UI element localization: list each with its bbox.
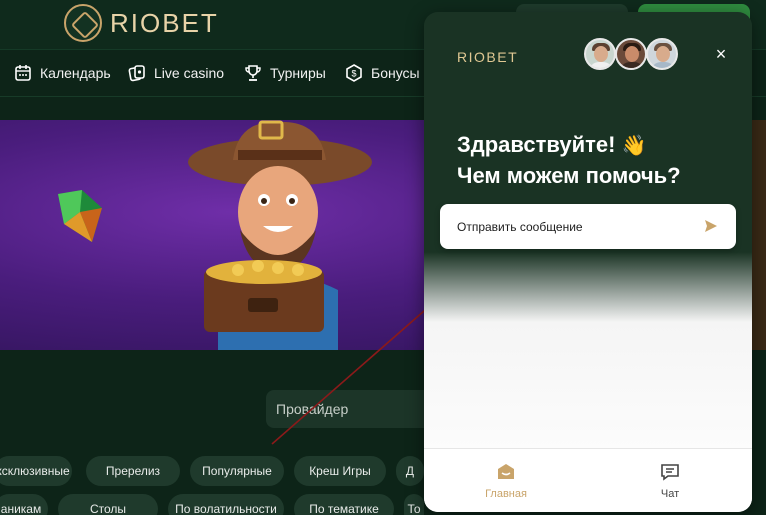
filter-chip-tables[interactable]: Столы (58, 494, 158, 515)
send-arrow-icon (705, 220, 717, 232)
avatar (646, 38, 678, 70)
live-casino-icon (128, 64, 146, 82)
tab-home[interactable]: Главная (456, 463, 556, 500)
calendar-icon (14, 64, 32, 82)
support-team-avatars (584, 38, 678, 70)
send-message-button[interactable]: Отправить сообщение (440, 204, 736, 249)
greeting-line-2: Чем можем помочь? (457, 163, 681, 188)
avatar (584, 38, 616, 70)
filter-chip-prerelease[interactable]: Пререлиз (86, 456, 180, 486)
cowboy-character-image (188, 120, 372, 350)
filter-chip-volatility[interactable]: По волатильности (168, 494, 284, 515)
filter-chip-mechanics[interactable]: аникам (0, 494, 48, 515)
filter-chip-crash-games[interactable]: Креш Игры (294, 456, 386, 486)
close-icon: × (715, 43, 727, 64)
tab-label: Чат (660, 488, 680, 500)
nav-item-bonuses[interactable]: $ Бонусы (345, 64, 420, 82)
nav-item-label: Live casino (154, 65, 225, 81)
waving-hand-icon: 👋 (621, 135, 647, 157)
home-icon (498, 464, 514, 479)
nav-item-label: Календарь (40, 65, 111, 81)
site-logo[interactable]: RIOBET (64, 4, 219, 42)
nav-item-label: Турниры (270, 65, 326, 81)
send-message-label: Отправить сообщение (457, 220, 583, 234)
avatar (615, 38, 647, 70)
nav-item-live-casino[interactable]: Live casino (128, 64, 224, 82)
nav-item-label: Бонусы (371, 65, 420, 81)
nav-item-calendar[interactable]: Календарь (14, 64, 111, 82)
filter-chip-exclusive[interactable]: ксклюзивные (0, 456, 72, 486)
bonus-coin-icon: $ (345, 64, 363, 82)
tab-chat[interactable]: Чат (620, 463, 720, 500)
trophy-icon (244, 64, 262, 82)
nav-item-tournaments[interactable]: Турниры (244, 64, 326, 82)
widget-brand: RIOBET (457, 49, 519, 65)
close-widget-button[interactable]: × (709, 42, 733, 66)
tab-label: Главная (485, 488, 527, 500)
emerald-gem-image (58, 190, 102, 242)
site-brand-name: RIOBET (110, 7, 219, 38)
greeting-line-1: Здравствуйте! (457, 132, 616, 157)
filter-chip-popular[interactable]: Популярные (190, 456, 284, 486)
provider-search-input[interactable] (266, 390, 446, 428)
chat-icon (661, 464, 679, 481)
support-chat-widget: RIOBET × Здравствуйте! 👋 Чем можем помочь… (424, 12, 752, 512)
widget-greeting: Здравствуйте! 👋 Чем можем помочь? (457, 130, 737, 190)
filter-chip-theme[interactable]: По тематике (294, 494, 394, 515)
filter-chip-partial[interactable]: Д (396, 456, 424, 486)
svg-text:$: $ (351, 69, 356, 79)
filter-chip-partial-2[interactable]: То (404, 494, 424, 515)
widget-tab-bar: Главная Чат (424, 448, 752, 512)
page-edge (752, 350, 766, 515)
logo-emblem-icon (64, 4, 102, 42)
